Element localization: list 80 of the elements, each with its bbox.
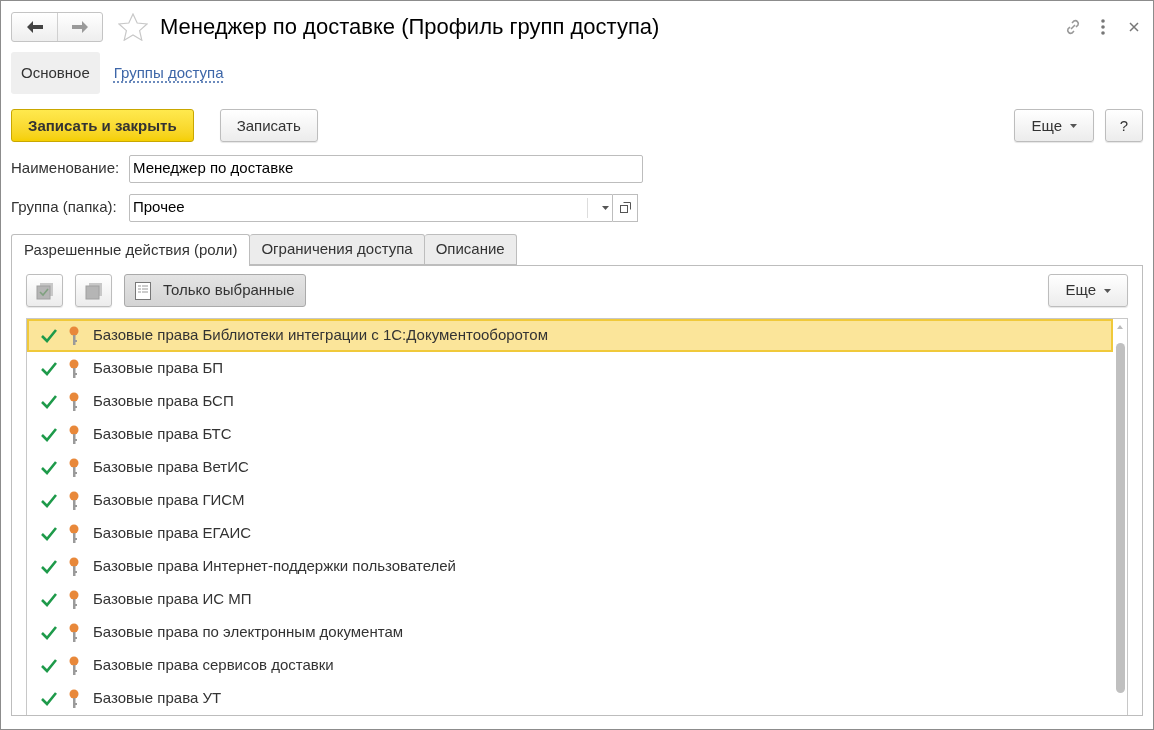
check-all-icon [35,281,54,300]
only-selected-button[interactable]: Только выбранные [124,274,306,308]
forward-arrow-icon [72,20,88,33]
key-icon [69,457,79,478]
role-name: Базовые права ИС МП [93,589,252,610]
role-name: Базовые права УТ [93,688,222,709]
name-field[interactable]: Менеджер по доставке [129,154,643,183]
caret-icon [1070,123,1077,128]
key-icon [69,523,79,544]
check-icon[interactable] [41,460,57,475]
key-icon [69,325,79,346]
role-row[interactable]: Базовые права Интернет-поддержки пользователей [27,550,1113,584]
key-icon [69,655,79,676]
role-name: Базовые права БТС [93,424,232,445]
open-button[interactable] [613,193,638,222]
scroll-up-icon[interactable] [1117,325,1123,330]
check-icon[interactable] [41,526,57,541]
uncheck-all-button[interactable] [75,274,112,308]
caret-icon [602,205,609,210]
role-row[interactable]: Базовые права ВетИС [27,451,1113,485]
save-button[interactable]: Записать [219,109,318,143]
key-icon [69,688,79,709]
role-name: Базовые права сервисов доставки [93,655,334,676]
tab[interactable]: Описание [424,234,517,266]
check-all-button[interactable] [26,274,63,308]
check-icon[interactable] [41,625,57,640]
role-row[interactable]: Базовые права ЕГАИС [27,517,1113,551]
open-form-icon [619,202,631,214]
caret-icon [1104,288,1111,293]
key-icon [69,490,79,511]
back-arrow-icon [26,20,43,33]
check-icon[interactable] [41,559,57,574]
check-icon[interactable] [41,427,57,442]
section-link[interactable]: Группы доступа [103,52,234,95]
close-icon[interactable] [1129,21,1139,32]
role-row[interactable]: Базовые права ИС МП [27,583,1113,617]
role-row[interactable]: Базовые права по электронным документам [27,616,1113,650]
star-icon[interactable] [118,12,148,41]
key-icon [69,358,79,379]
group-select[interactable]: Прочее [129,193,613,222]
window-title: Менеджер по доставке (Профиль групп доступа) [160,13,660,42]
check-icon[interactable] [41,691,57,706]
check-icon[interactable] [41,658,57,673]
uncheck-all-icon [84,281,103,300]
more-button[interactable]: Еще [1048,274,1128,308]
role-row[interactable]: Базовые права сервисов доставки [27,649,1113,683]
role-name: Базовые права по электронным документам [93,622,404,643]
role-name: Базовые права Интернет-поддержки пользователей [93,556,456,577]
role-row[interactable]: Базовые права БП [27,352,1113,386]
role-row[interactable]: Базовые права ГИСМ [27,484,1113,518]
key-icon [69,589,79,610]
role-row[interactable]: Базовые права УТ [27,682,1113,716]
field-label: Группа (папка): [11,197,118,218]
role-row[interactable]: Базовые права Библиотеки интеграции с 1С:Документооборотом [27,319,1113,353]
more-button[interactable]: Еще [1014,109,1094,143]
check-icon[interactable] [41,361,57,376]
check-icon[interactable] [41,328,57,343]
field-label: Наименование: [11,158,121,179]
role-name: Базовые права ВетИС [93,457,249,478]
role-row[interactable]: Базовые права БСП [27,385,1113,419]
section-link[interactable]: Основное [11,52,100,95]
role-name: Базовые права ЕГАИС [93,523,252,544]
check-icon[interactable] [41,592,57,607]
role-name: Базовые права Библиотеки интеграции с 1С:Документооборотом [93,325,548,346]
save-and-close-button[interactable]: Записать и закрыть [11,109,194,143]
list-icon [135,281,151,300]
tab[interactable]: Ограничения доступа [250,234,425,266]
more-options-icon[interactable] [1101,18,1105,35]
help-button[interactable]: ? [1105,109,1143,143]
key-icon [69,391,79,412]
key-icon [69,424,79,445]
role-name: Базовые права ГИСМ [93,490,245,511]
tab[interactable]: Разрешенные действия (роли) [11,234,251,267]
key-icon [69,556,79,577]
role-name: Базовые права БСП [93,391,234,412]
role-name: Базовые права БП [93,358,224,379]
check-icon[interactable] [41,493,57,508]
key-icon [69,622,79,643]
role-row[interactable]: Базовые права БТС [27,418,1113,452]
check-icon[interactable] [41,394,57,409]
